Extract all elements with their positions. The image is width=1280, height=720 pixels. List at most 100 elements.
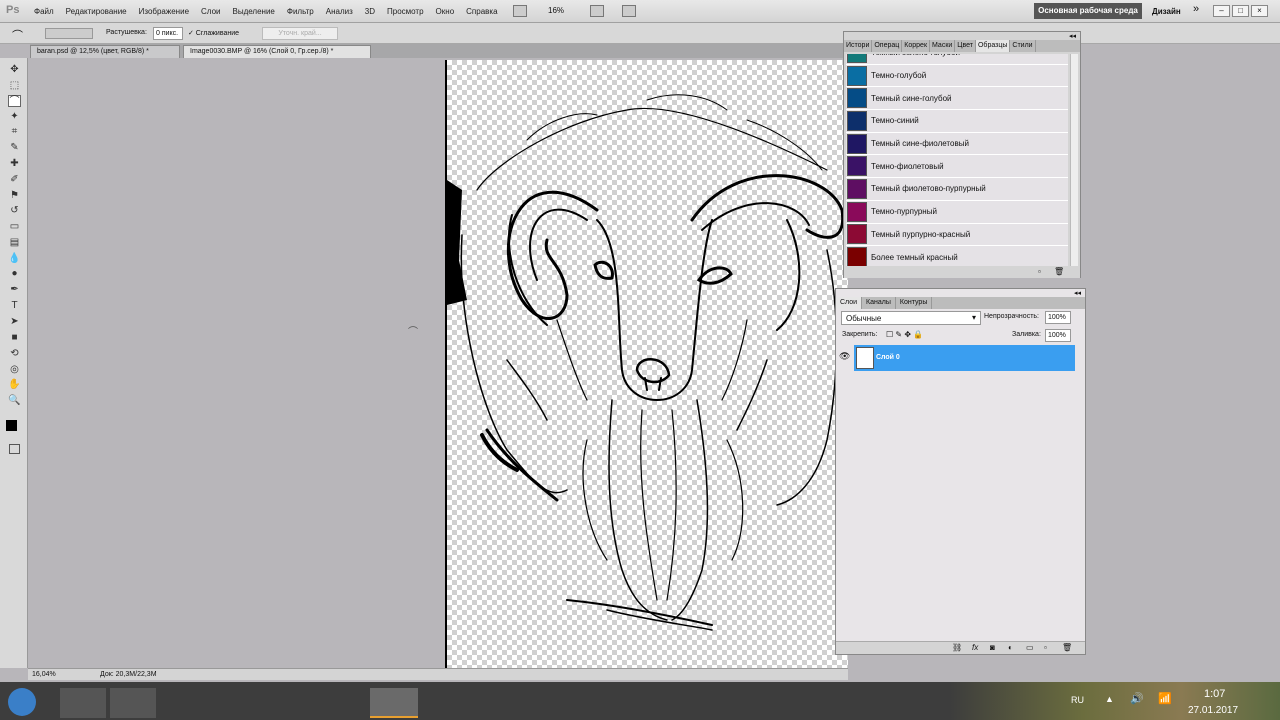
clone-stamp-icon[interactable]: ⚑ [8, 190, 21, 202]
new-group-icon[interactable]: ▭ [1026, 643, 1034, 652]
selection-mode-icons[interactable] [45, 28, 93, 39]
swatch-row[interactable]: Темно-фиолетовый [846, 155, 1068, 179]
path-select-icon[interactable]: ➤ [8, 316, 21, 328]
tab-masks[interactable]: Маски [930, 40, 956, 52]
link-layers-icon[interactable]: ⛓ [952, 643, 962, 652]
menu-analysis[interactable]: Анализ [326, 7, 353, 16]
tab-layers[interactable]: Слои [836, 297, 863, 309]
document-canvas[interactable] [445, 60, 848, 668]
menu-layers[interactable]: Слои [201, 7, 220, 16]
quick-select-icon[interactable]: ✦ [8, 111, 21, 123]
quick-mask-icon[interactable] [9, 444, 20, 454]
menu-edit[interactable]: Редактирование [66, 7, 127, 16]
new-swatch-icon[interactable]: ▫ [1038, 267, 1041, 276]
tab-swatches[interactable]: Образцы [975, 40, 1011, 52]
swatch-row[interactable]: Темно-пурпурный [846, 201, 1068, 224]
hand-tool-icon[interactable]: ✋ [8, 379, 21, 391]
swatch-row[interactable]: Темный зелено-голубой [846, 54, 1068, 65]
clock-time[interactable]: 1:07 [1204, 688, 1225, 700]
lasso-tool-icon[interactable]: ⌒ [8, 95, 21, 107]
history-brush-icon[interactable]: ↺ [8, 205, 21, 217]
volume-icon[interactable]: 🔊 [1130, 692, 1144, 705]
taskbar-app-1[interactable] [60, 688, 106, 718]
menu-help[interactable]: Справка [466, 7, 497, 16]
tray-arrow-icon[interactable]: ▲ [1105, 694, 1114, 704]
brush-tool-icon[interactable]: ✐ [8, 174, 21, 186]
layer-row[interactable]: Слой 0 [854, 345, 1075, 371]
zoom-level[interactable]: 16,04% [32, 671, 56, 678]
menu-view[interactable]: Просмотр [387, 7, 424, 16]
gradient-tool-icon[interactable]: ▤ [8, 237, 21, 249]
add-mask-icon[interactable]: ◙ [990, 643, 995, 652]
visibility-eye-icon[interactable]: 👁 [839, 351, 850, 362]
refine-edge-button[interactable]: Уточн. край... [262, 27, 338, 40]
tab-styles[interactable]: Стили [1010, 40, 1036, 52]
pen-tool-icon[interactable]: ✒ [8, 284, 21, 296]
tab-history[interactable]: Истори [844, 40, 873, 52]
tab-paths[interactable]: Контуры [896, 297, 933, 309]
menu-filter[interactable]: Фильтр [287, 7, 314, 16]
menu-image[interactable]: Изображение [139, 7, 189, 16]
swatch-row[interactable]: Темный фиолетово-пурпурный [846, 178, 1068, 201]
zoom-tool-icon[interactable]: 🔍 [8, 395, 21, 407]
blur-tool-icon[interactable]: 💧 [8, 253, 21, 265]
eraser-tool-icon[interactable]: ▭ [8, 221, 21, 233]
adjustment-layer-icon[interactable]: ◐ [1008, 643, 1013, 652]
tab-color[interactable]: Цвет [955, 40, 976, 52]
feather-input[interactable]: 0 пикс. [153, 27, 183, 40]
maximize-button[interactable]: □ [1232, 5, 1249, 17]
language-indicator[interactable]: RU [1071, 695, 1084, 705]
crop-tool-icon[interactable]: ⌗ [8, 126, 21, 138]
3d-orbit-icon[interactable]: ◎ [8, 364, 21, 376]
more-workspaces-icon[interactable]: » [1193, 3, 1199, 15]
swatch-row[interactable]: Темный сине-фиолетовый [846, 133, 1068, 156]
tab-channels[interactable]: Каналы [862, 297, 896, 309]
move-tool-icon[interactable]: ✥ [8, 64, 21, 76]
panel-collapse-icon[interactable]: ◂◂ [1069, 32, 1076, 40]
new-layer-icon[interactable]: ▫ [1044, 643, 1047, 652]
network-icon[interactable]: 📶 [1158, 692, 1172, 705]
taskbar-app-2[interactable] [110, 688, 156, 718]
swatch-row[interactable]: Темно-голубой [846, 65, 1068, 88]
opacity-input[interactable]: 100% [1045, 311, 1071, 324]
arrange-documents-icon[interactable] [590, 5, 604, 17]
lock-icons[interactable]: ☐ ✎ ✥ 🔒 [886, 330, 923, 339]
screen-mode-icon[interactable] [513, 5, 527, 17]
menu-file[interactable]: Файл [34, 7, 54, 16]
clock-date[interactable]: 27.01.2017 [1188, 705, 1238, 716]
marquee-tool-icon[interactable]: ⬚ [8, 80, 21, 92]
workspace-essentials-button[interactable]: Основная рабочая среда [1034, 3, 1142, 19]
minimize-button[interactable]: – [1213, 5, 1230, 17]
fx-icon[interactable]: fx [972, 643, 978, 652]
shape-tool-icon[interactable]: ■ [8, 332, 21, 344]
swatch-row[interactable]: Более темный красный [846, 246, 1068, 266]
delete-swatch-icon[interactable]: 🗑 [1054, 267, 1064, 276]
menu-select[interactable]: Выделение [232, 7, 274, 16]
dodge-tool-icon[interactable]: ● [8, 268, 21, 280]
swatch-row[interactable]: Темно-синий [846, 110, 1068, 133]
tab-image0030[interactable]: Image0030.BMP @ 16% (Слой 0, Гр.сер./8) … [183, 45, 371, 58]
blend-mode-select[interactable]: Обычные ▾ [841, 311, 981, 325]
taskbar-photoshop[interactable] [370, 688, 418, 718]
tab-baran[interactable]: baran.psd @ 12,5% (цвет, RGB/8) * [30, 45, 180, 58]
menu-3d[interactable]: 3D [365, 7, 375, 16]
swatch-row[interactable]: Темный сине-голубой [846, 87, 1068, 111]
document-size[interactable]: Док: 20,3M/22,3M [100, 671, 157, 678]
tab-adjustments[interactable]: Коррек [902, 40, 931, 52]
panel-collapse-icon[interactable]: ◂◂ [1074, 289, 1081, 297]
delete-layer-icon[interactable]: 🗑 [1062, 643, 1072, 652]
zoom-select[interactable]: 16% [548, 6, 564, 15]
workspace-design-button[interactable]: Дизайн [1152, 7, 1181, 16]
lasso-tool-icon[interactable]: ⌒ [12, 27, 23, 43]
screen-mode-select-icon[interactable] [622, 5, 636, 17]
antialias-checkbox[interactable]: ✓ Сглаживание [188, 29, 239, 37]
type-tool-icon[interactable]: T [8, 300, 21, 312]
3d-rotate-icon[interactable]: ⟲ [8, 348, 21, 360]
fill-input[interactable]: 100% [1045, 329, 1071, 342]
tab-actions[interactable]: Операц [872, 40, 903, 52]
close-button[interactable]: × [1251, 5, 1268, 17]
swatch-row[interactable]: Темный пурпурно-красный [846, 224, 1068, 247]
menu-window[interactable]: Окно [436, 7, 455, 16]
foreground-color-swatch[interactable] [6, 420, 17, 431]
eyedropper-icon[interactable]: ✎ [8, 142, 21, 154]
